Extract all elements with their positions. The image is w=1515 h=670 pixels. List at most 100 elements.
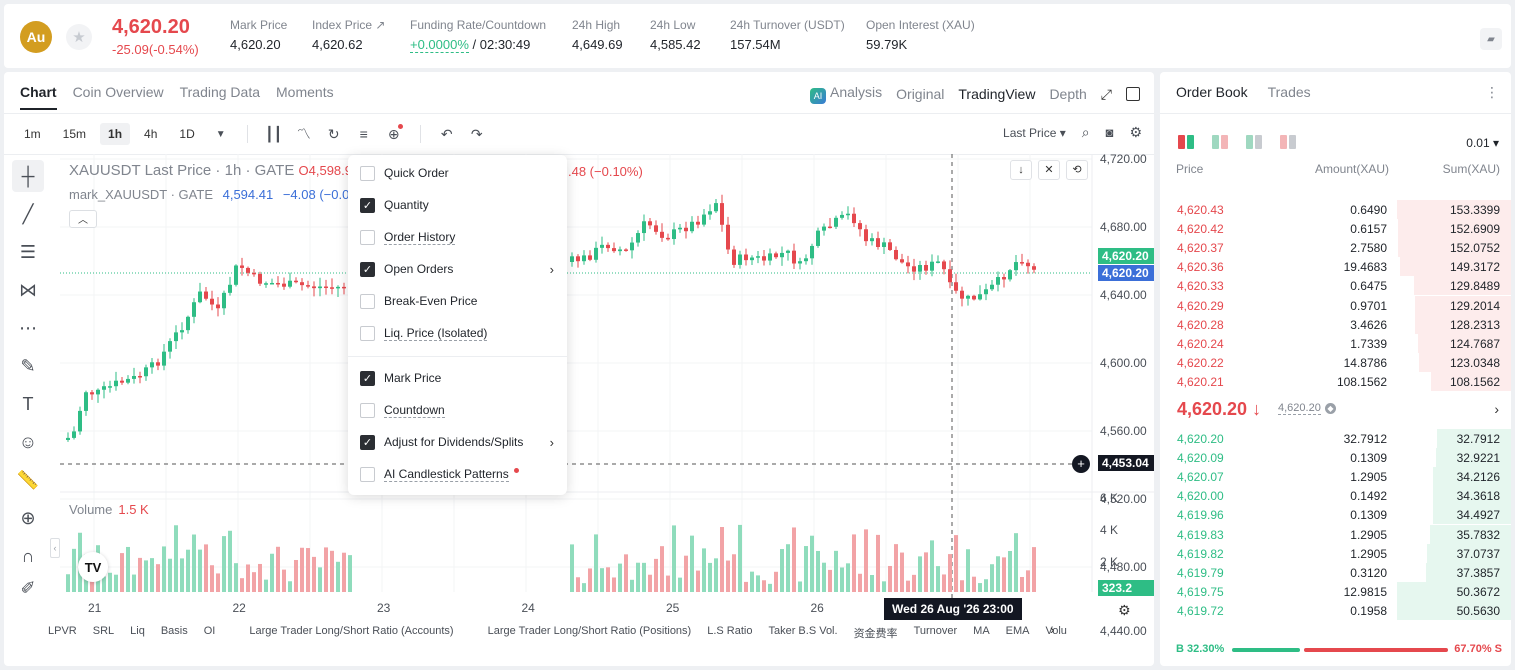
candle-body bbox=[882, 242, 886, 248]
checkbox[interactable]: ✓ bbox=[360, 261, 375, 277]
checkbox[interactable] bbox=[360, 402, 375, 418]
candle-body bbox=[216, 304, 220, 309]
checkbox[interactable]: ✓ bbox=[360, 434, 375, 450]
tab-order-book[interactable]: Order Book bbox=[1176, 84, 1248, 100]
bid-row[interactable]: 4,619.72 0.1958 50.5630 bbox=[1160, 600, 1511, 620]
row-amount: 3.4626 bbox=[1350, 317, 1387, 332]
indicator-0[interactable]: LPVR bbox=[48, 625, 77, 641]
indicator-12[interactable]: EMA bbox=[1006, 625, 1030, 641]
indicator-1[interactable]: SRL bbox=[93, 625, 114, 641]
funding-rate-value[interactable]: +0.0000% bbox=[410, 37, 469, 53]
candle-body bbox=[168, 341, 172, 352]
indicator-next-icon[interactable]: › bbox=[1050, 622, 1054, 637]
candle-body bbox=[678, 227, 682, 230]
tradingview-logo[interactable]: TV bbox=[78, 552, 108, 582]
indicator-2[interactable]: Liq bbox=[130, 625, 145, 641]
checkbox[interactable]: ✓ bbox=[360, 197, 375, 213]
menu-item-order-history[interactable]: Order History bbox=[360, 227, 556, 247]
menu-item-ai-candlestick-patterns[interactable]: AI Candlestick Patterns bbox=[360, 464, 556, 484]
candle-body bbox=[690, 221, 694, 232]
menu-item-mark-price[interactable]: ✓ Mark Price bbox=[360, 368, 556, 388]
collapse-legend-button[interactable]: ︿ bbox=[69, 210, 97, 228]
candle-body bbox=[750, 257, 754, 261]
precision-select[interactable]: 0.01 ▾ bbox=[1466, 136, 1499, 150]
ask-row[interactable]: 4,620.24 1.7339 124.7687 bbox=[1160, 333, 1511, 353]
add-order-icon[interactable]: + bbox=[1072, 455, 1090, 473]
ask-row[interactable]: 4,620.29 0.9701 129.2014 bbox=[1160, 295, 1511, 315]
bid-row[interactable]: 4,619.83 1.2905 35.7832 bbox=[1160, 524, 1511, 544]
menu-item-quantity[interactable]: ✓ Quantity bbox=[360, 195, 556, 215]
volume-bar bbox=[162, 546, 166, 592]
menu-item-countdown[interactable]: Countdown bbox=[360, 400, 556, 420]
ask-row[interactable]: 4,620.37 2.7580 152.0752 bbox=[1160, 238, 1511, 258]
menu-item-break-even-price[interactable]: Break-Even Price bbox=[360, 291, 556, 311]
menu-item-adjust-for-dividends-splits[interactable]: ✓ Adjust for Dividends/Splits › bbox=[360, 432, 556, 452]
indicator-8[interactable]: Taker B.S Vol. bbox=[768, 625, 837, 641]
scroll-left-icon[interactable]: ‹ bbox=[50, 538, 60, 558]
tab-trades[interactable]: Trades bbox=[1268, 84, 1311, 100]
favorite-star-icon[interactable]: ★ bbox=[66, 24, 92, 50]
col-amount: Amount(XAU) bbox=[1314, 162, 1389, 176]
bid-row[interactable]: 4,620.20 32.7912 32.7912 bbox=[1160, 429, 1511, 448]
scroll-down-icon[interactable]: ↓ bbox=[1010, 160, 1032, 180]
indicator-3[interactable]: Basis bbox=[161, 625, 188, 641]
stat-index-price[interactable]: Index Price ↗ 4,620.62 bbox=[312, 18, 385, 52]
notebook-icon[interactable]: ▰ bbox=[1480, 28, 1502, 50]
volume-bar bbox=[756, 575, 760, 592]
volume-bar bbox=[264, 579, 268, 592]
row-amount: 1.2905 bbox=[1350, 527, 1387, 542]
chevron-right-icon[interactable]: › bbox=[1494, 401, 1499, 417]
bid-row[interactable]: 4,619.96 0.1309 34.4927 bbox=[1160, 505, 1511, 525]
more-options-icon[interactable]: ⋮ bbox=[1485, 84, 1499, 101]
volume-bar bbox=[888, 565, 892, 592]
view-sells-icon[interactable] bbox=[1280, 135, 1296, 149]
maximize-icon[interactable]: ⟲ bbox=[1066, 160, 1088, 180]
ask-row[interactable]: 4,620.43 0.6490 153.3399 bbox=[1160, 200, 1511, 219]
candle-body bbox=[156, 362, 160, 366]
volume-bar bbox=[954, 535, 958, 592]
bid-row[interactable]: 4,619.82 1.2905 37.0737 bbox=[1160, 543, 1511, 563]
indicator-6[interactable]: Large Trader Long/Short Ratio (Positions… bbox=[488, 625, 692, 641]
chart-legend-change: .48 (−0.10%) bbox=[568, 164, 643, 179]
checkbox[interactable] bbox=[360, 325, 375, 341]
indicator-10[interactable]: Turnover bbox=[914, 625, 958, 641]
bid-row[interactable]: 4,620.00 0.1492 34.3618 bbox=[1160, 486, 1511, 506]
ask-row[interactable]: 4,620.22 14.8786 123.0348 bbox=[1160, 352, 1511, 372]
indicator-9[interactable]: 资金费率 bbox=[854, 625, 898, 641]
volume-bar bbox=[786, 544, 790, 592]
menu-item-open-orders[interactable]: ✓ Open Orders › bbox=[360, 259, 556, 279]
indicator-5[interactable]: Large Trader Long/Short Ratio (Accounts) bbox=[249, 625, 453, 641]
indicator-7[interactable]: L.S Ratio bbox=[707, 625, 752, 641]
checkbox[interactable]: ✓ bbox=[360, 370, 375, 386]
view-both-icon[interactable] bbox=[1178, 135, 1194, 149]
indicator-13[interactable]: Volu bbox=[1046, 625, 1067, 641]
ask-row[interactable]: 4,620.28 3.4626 128.2313 bbox=[1160, 314, 1511, 334]
ask-row[interactable]: 4,620.36 19.4683 149.3172 bbox=[1160, 257, 1511, 277]
checkbox[interactable] bbox=[360, 165, 375, 181]
view-bids-icon[interactable] bbox=[1212, 135, 1228, 149]
cursor-price-tag: 4,453.04 bbox=[1098, 455, 1154, 471]
menu-item-label: AI Candlestick Patterns bbox=[384, 466, 509, 482]
collapse-icon[interactable]: ✕ bbox=[1038, 160, 1060, 180]
indicator-4[interactable]: OI bbox=[204, 625, 216, 641]
checkbox[interactable] bbox=[360, 466, 375, 482]
bid-row[interactable]: 4,619.79 0.3120 37.3857 bbox=[1160, 562, 1511, 582]
bid-row[interactable]: 4,620.07 1.2905 34.2126 bbox=[1160, 467, 1511, 487]
candle-body bbox=[180, 330, 184, 333]
ask-row[interactable]: 4,620.42 0.6157 152.6909 bbox=[1160, 219, 1511, 239]
menu-item-liq-price-isolated[interactable]: Liq. Price (Isolated) bbox=[360, 323, 556, 343]
bid-row[interactable]: 4,620.09 0.1309 32.9221 bbox=[1160, 448, 1511, 468]
ask-row[interactable]: 4,620.33 0.6475 129.8489 bbox=[1160, 276, 1511, 296]
view-asks-icon[interactable] bbox=[1246, 135, 1262, 149]
volume-bar bbox=[666, 575, 670, 592]
bid-row[interactable]: 4,619.75 12.9815 50.3672 bbox=[1160, 581, 1511, 601]
menu-item-quick-order[interactable]: Quick Order bbox=[360, 163, 556, 183]
candle-body bbox=[954, 282, 958, 291]
row-amount: 1.2905 bbox=[1350, 546, 1387, 561]
ask-row[interactable]: 4,620.21 108.1562 108.1562 bbox=[1160, 371, 1511, 391]
indicator-11[interactable]: MA bbox=[973, 625, 990, 641]
x-axis-label: 24 bbox=[522, 601, 536, 615]
chart-settings-gear-icon[interactable]: ⚙ bbox=[1118, 602, 1131, 619]
checkbox[interactable] bbox=[360, 293, 375, 309]
checkbox[interactable] bbox=[360, 229, 375, 245]
